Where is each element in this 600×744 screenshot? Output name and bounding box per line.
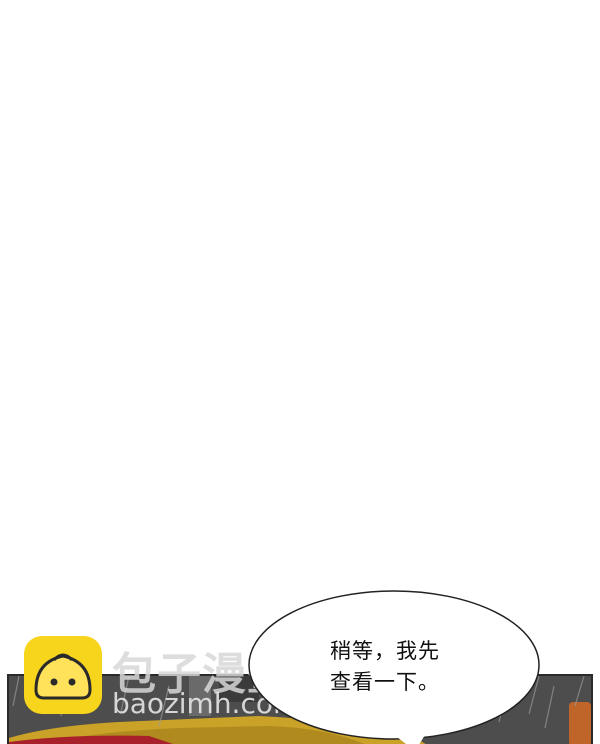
orange-figure: [569, 702, 591, 744]
speech-bubble-text: 稍等，我先 查看一下。: [330, 636, 510, 698]
bun-face-icon: [24, 636, 102, 714]
speech-line: 查看一下。: [330, 670, 440, 694]
speech-line: 稍等，我先: [330, 639, 440, 663]
comic-page: 包子漫畫 baozimh.com 稍等，我先 查看一下。: [0, 0, 600, 744]
